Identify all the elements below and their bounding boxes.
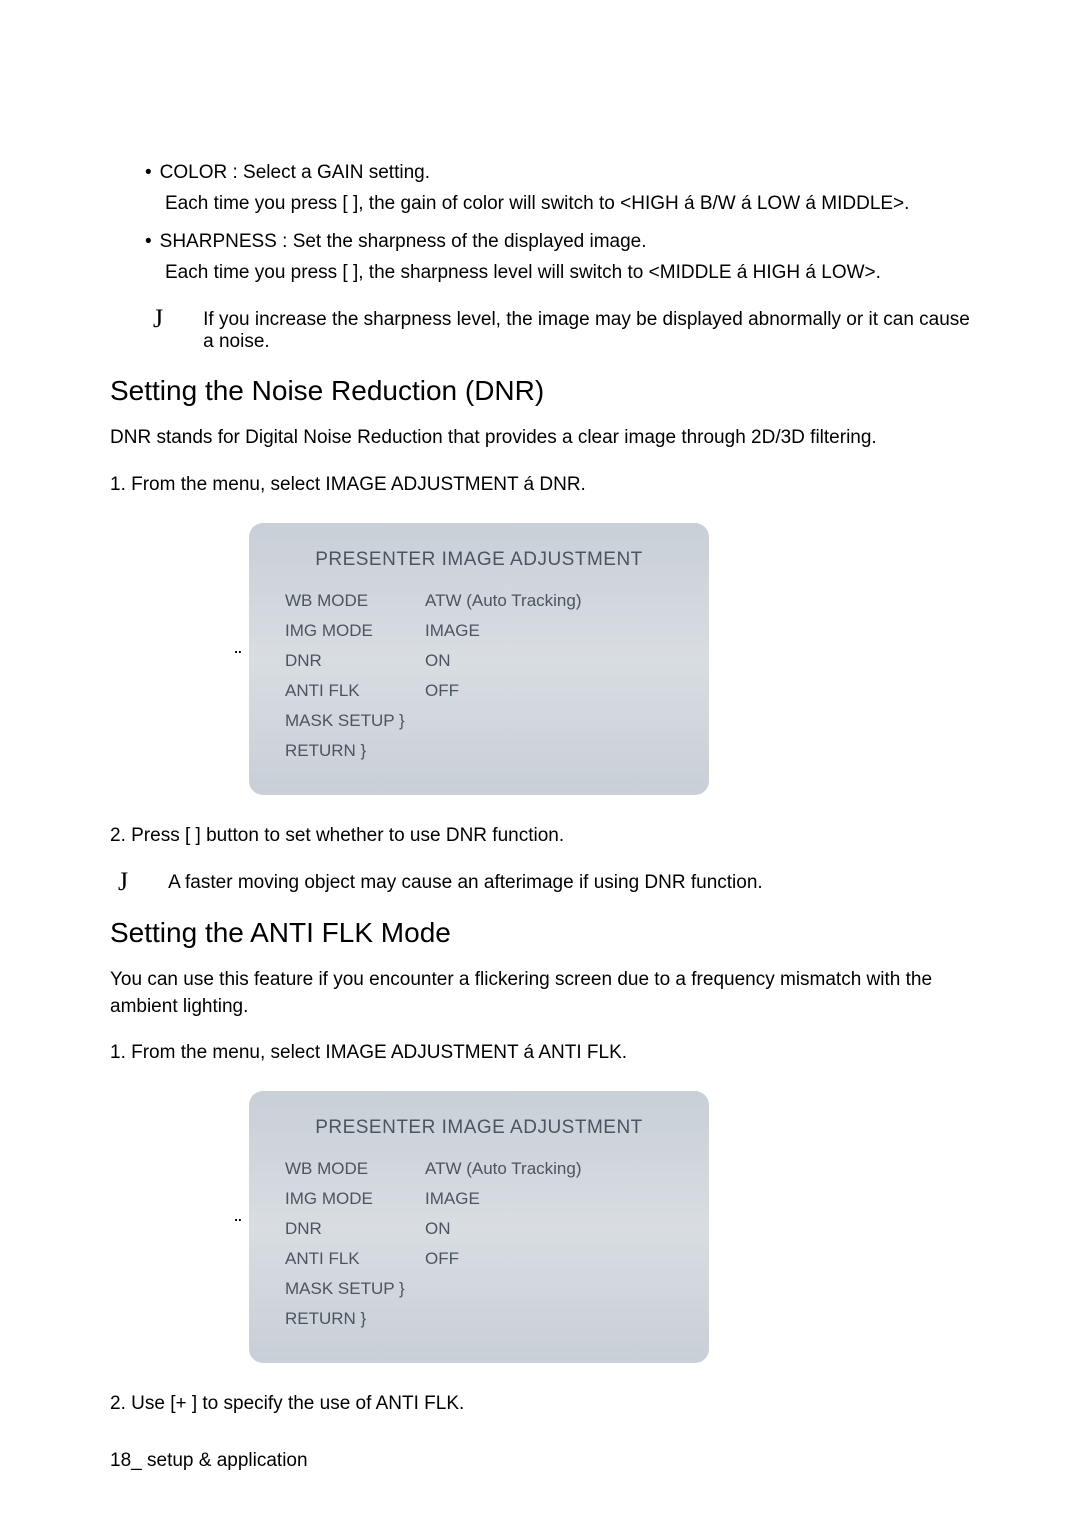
menu-value: ATW (Auto Tracking) xyxy=(425,1159,673,1179)
menu-value: OFF xyxy=(425,681,673,701)
bullet-list: • COLOR : Select a GAIN setting. Each ti… xyxy=(145,160,980,286)
menu-label: WB MODE xyxy=(285,1159,425,1179)
menu-row: ANTI FLKOFF xyxy=(285,681,673,701)
menu-value xyxy=(425,741,673,761)
menu-panel: PRESENTER IMAGE ADJUSTMENT WB MODEATW (A… xyxy=(249,1091,709,1363)
menu-label: DNR xyxy=(285,651,425,671)
menu-row: DNRON xyxy=(285,1219,673,1239)
menu-row: MASK SETUP } xyxy=(285,1279,673,1299)
menu-row: WB MODEATW (Auto Tracking) xyxy=(285,591,673,611)
bullet-color-sub: Each time you press [ ], the gain of col… xyxy=(165,191,980,218)
menu-title: PRESENTER IMAGE ADJUSTMENT xyxy=(285,1117,673,1139)
menu-row: IMG MODEIMAGE xyxy=(285,621,673,641)
bullet-color-text: COLOR : Select a GAIN setting. xyxy=(160,160,980,187)
menu-row: IMG MODEIMAGE xyxy=(285,1189,673,1209)
footer-separator: _ xyxy=(131,1450,147,1471)
menu-label: IMG MODE xyxy=(285,621,425,641)
menu-label: ANTI FLK xyxy=(285,681,425,701)
menu-pointer-icon: ¨ xyxy=(235,1216,237,1237)
bullet-color: • COLOR : Select a GAIN setting. xyxy=(145,160,980,187)
menu-value: ON xyxy=(425,651,673,671)
menu-value: ATW (Auto Tracking) xyxy=(425,591,673,611)
menu-box-antiflk: ¨ PRESENTER IMAGE ADJUSTMENT WB MODEATW … xyxy=(235,1091,980,1363)
menu-row: RETURN } xyxy=(285,741,673,761)
menu-row: WB MODEATW (Auto Tracking) xyxy=(285,1159,673,1179)
menu-value xyxy=(425,1279,673,1299)
menu-row: RETURN } xyxy=(285,1309,673,1329)
dnr-step2: 2. Press [ ] button to set whether to us… xyxy=(110,823,980,850)
menu-value: IMAGE xyxy=(425,1189,673,1209)
bullet-marker: • xyxy=(145,229,152,256)
menu-row: MASK SETUP } xyxy=(285,711,673,731)
menu-pointer-icon: ¨ xyxy=(235,648,237,669)
antiflk-step1: 1. From the menu, select IMAGE ADJUSTMEN… xyxy=(110,1040,980,1067)
bullet-sharpness: • SHARPNESS : Set the sharpness of the d… xyxy=(145,229,980,256)
heading-antiflk: Setting the ANTI FLK Mode xyxy=(110,917,980,949)
menu-title: PRESENTER IMAGE ADJUSTMENT xyxy=(285,549,673,571)
page-number: 18 xyxy=(110,1450,131,1471)
menu-value xyxy=(425,711,673,731)
menu-value: OFF xyxy=(425,1249,673,1269)
note-icon: J xyxy=(153,306,163,332)
bullet-marker: • xyxy=(145,160,152,187)
menu-value: ON xyxy=(425,1219,673,1239)
heading-dnr: Setting the Noise Reduction (DNR) xyxy=(110,375,980,407)
menu-label: MASK SETUP } xyxy=(285,1279,425,1299)
antiflk-intro: You can use this feature if you encounte… xyxy=(110,967,980,1020)
menu-panel: PRESENTER IMAGE ADJUSTMENT WB MODEATW (A… xyxy=(249,523,709,795)
bullet-sharpness-sub: Each time you press [ ], the sharpness l… xyxy=(165,260,980,287)
dnr-step1: 1. From the menu, select IMAGE ADJUSTMEN… xyxy=(110,472,980,499)
note-dnr: J A faster moving object may cause an af… xyxy=(110,869,980,895)
menu-box-dnr: ¨ PRESENTER IMAGE ADJUSTMENT WB MODEATW … xyxy=(235,523,980,795)
menu-label: RETURN } xyxy=(285,741,425,761)
page-footer: 18_ setup & application xyxy=(110,1450,308,1472)
dnr-intro: DNR stands for Digital Noise Reduction t… xyxy=(110,425,980,452)
menu-label: DNR xyxy=(285,1219,425,1239)
footer-label: setup & application xyxy=(147,1450,308,1471)
menu-label: RETURN } xyxy=(285,1309,425,1329)
antiflk-step2: 2. Use [+ ] to specify the use of ANTI F… xyxy=(110,1391,980,1418)
note-text: A faster moving object may cause an afte… xyxy=(168,872,980,894)
menu-row: ANTI FLKOFF xyxy=(285,1249,673,1269)
menu-label: MASK SETUP } xyxy=(285,711,425,731)
menu-value: IMAGE xyxy=(425,621,673,641)
note-sharpness: J If you increase the sharpness level, t… xyxy=(145,306,980,353)
menu-label: IMG MODE xyxy=(285,1189,425,1209)
menu-value xyxy=(425,1309,673,1329)
note-icon: J xyxy=(118,869,128,895)
menu-row: DNRON xyxy=(285,651,673,671)
menu-label: WB MODE xyxy=(285,591,425,611)
menu-label: ANTI FLK xyxy=(285,1249,425,1269)
bullet-sharpness-text: SHARPNESS : Set the sharpness of the dis… xyxy=(160,229,980,256)
note-text: If you increase the sharpness level, the… xyxy=(203,309,980,353)
